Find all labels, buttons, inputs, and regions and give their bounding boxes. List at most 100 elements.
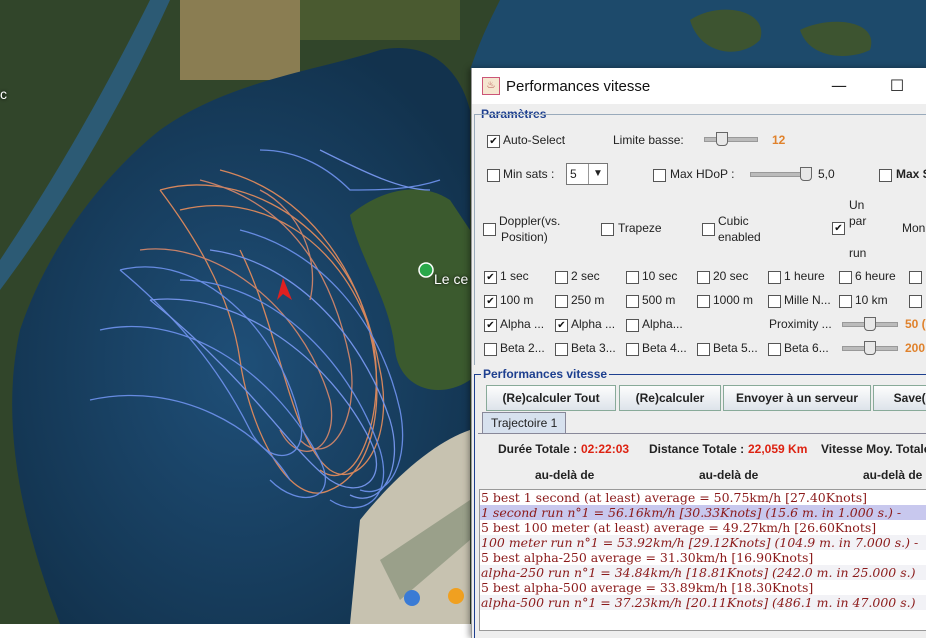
java-app-icon: ♨: [482, 77, 500, 95]
trapeze-label: Trapeze: [618, 221, 662, 235]
duration-6h-checkbox[interactable]: [839, 271, 852, 284]
auto-select-label: Auto-Select: [503, 133, 566, 147]
save-button[interactable]: Save(H: [873, 385, 926, 411]
distance-10km-label: 10 km: [855, 293, 888, 307]
result-line[interactable]: alpha-250 run n°1 = 34.84km/h [18.81Knot…: [480, 565, 926, 580]
beta-6-checkbox[interactable]: [768, 343, 781, 356]
result-line[interactable]: alpha-500 run n°1 = 37.23km/h [20.11Knot…: [480, 595, 926, 610]
beta-4-checkbox[interactable]: [626, 343, 639, 356]
proximity-label: Proximity ...: [769, 317, 832, 331]
result-line[interactable]: 5 best 100 meter (at least) average = 49…: [480, 520, 926, 535]
max-hdop-value: 5,0: [818, 167, 835, 181]
chevron-down-icon[interactable]: ▼: [588, 164, 607, 184]
limite-basse-value: 12: [772, 133, 786, 147]
distance-500m-checkbox[interactable]: [626, 295, 639, 308]
distance-1000m-checkbox[interactable]: [697, 295, 710, 308]
tab-content-border: [478, 433, 926, 434]
min-sats-label: Min sats :: [503, 167, 555, 181]
map-label-place: Le ce: [434, 271, 469, 287]
alpha-2-checkbox[interactable]: ✔: [555, 319, 568, 332]
result-line[interactable]: 100 meter run n°1 = 53.92km/h [29.12Knot…: [480, 535, 926, 550]
extra-checkbox-row2[interactable]: [909, 295, 922, 308]
result-line[interactable]: 5 best alpha-500 average = 33.89km/h [18…: [480, 580, 926, 595]
alpha-3-checkbox[interactable]: [626, 319, 639, 332]
max-hdop-slider[interactable]: [750, 167, 812, 181]
cubic-label: Cubic: [718, 214, 749, 228]
vitesse-label: Vitesse Moy. Totale: [821, 442, 926, 456]
tab-trajectoire-1[interactable]: Trajectoire 1: [482, 412, 567, 433]
trapeze-checkbox[interactable]: [601, 223, 614, 236]
map-label-left: c: [0, 86, 7, 102]
result-line[interactable]: 5 best alpha-250 average = 31.30km/h [16…: [480, 550, 926, 565]
duration-6h-label: 6 heure: [855, 269, 896, 283]
duration-2sec-label: 2 sec: [571, 269, 600, 283]
limite-basse-slider[interactable]: [704, 132, 758, 146]
alpha-1-checkbox[interactable]: ✔: [484, 319, 497, 332]
duration-2sec-checkbox[interactable]: [555, 271, 568, 284]
doppler-label: Doppler(vs.: [499, 214, 561, 228]
distance-mille-checkbox[interactable]: [768, 295, 781, 308]
distance-500m-label: 500 m: [642, 293, 676, 307]
envoyer-serveur-button[interactable]: Envoyer à un serveur: [723, 385, 871, 411]
beta-slider[interactable]: [842, 341, 898, 355]
duration-1sec-checkbox[interactable]: ✔: [484, 271, 497, 284]
duration-1h-checkbox[interactable]: [768, 271, 781, 284]
duration-1h-label: 1 heure: [784, 269, 825, 283]
doppler-label-2: Position): [501, 230, 548, 244]
recalculer-button[interactable]: (Re)calculer: [619, 385, 721, 411]
run-label: run: [849, 246, 867, 260]
result-line[interactable]: 1 second run n°1 = 56.16km/h [30.33Knots…: [480, 505, 926, 520]
recalculer-tout-button[interactable]: (Re)calculer Tout: [486, 385, 616, 411]
title-bar[interactable]: ♨ Performances vitesse: [472, 68, 926, 104]
duration-1sec-label: 1 sec: [500, 269, 529, 283]
beta-3-checkbox[interactable]: [555, 343, 568, 356]
beta-3-label: Beta 3...: [571, 341, 616, 355]
duree-value: 02:22:03: [581, 442, 630, 456]
alpha-2-label: Alpha ...: [571, 317, 616, 331]
beta-5-checkbox[interactable]: [697, 343, 710, 356]
beta-4-label: Beta 4...: [642, 341, 687, 355]
beta-2-label: Beta 2...: [500, 341, 545, 355]
distance-100m-checkbox[interactable]: ✔: [484, 295, 497, 308]
par-label: par: [849, 214, 867, 228]
column-header-3: au-delà de: [863, 468, 923, 482]
duration-10sec-label: 10 sec: [642, 269, 678, 283]
distance-250m-checkbox[interactable]: [555, 295, 568, 308]
duree-label: Durée Totale :: [498, 442, 578, 456]
distance-label: Distance Totale :: [649, 442, 745, 456]
beta-value: 200: [905, 341, 926, 355]
extra-checkbox-row1[interactable]: [909, 271, 922, 284]
cubic-checkbox[interactable]: [702, 223, 715, 236]
un-label: Un: [849, 198, 865, 212]
proximity-slider[interactable]: [842, 317, 898, 331]
un-par-run-checkbox[interactable]: ✔: [832, 222, 845, 235]
max-s-checkbox[interactable]: [879, 169, 892, 182]
distance-10km-checkbox[interactable]: [839, 295, 852, 308]
min-sats-select[interactable]: 5 ▼: [566, 163, 608, 185]
results-list[interactable]: 5 best 1 second (at least) average = 50.…: [479, 489, 926, 631]
column-header-2: au-delà de: [699, 468, 759, 482]
distance-1000m-label: 1000 m: [713, 293, 754, 307]
min-sats-checkbox[interactable]: [487, 169, 500, 182]
column-header-1: au-delà de: [535, 468, 595, 482]
auto-select-checkbox[interactable]: ✔: [487, 135, 500, 148]
perf-legend: Performances vitesse: [481, 367, 610, 381]
window-title: Performances vitesse: [506, 77, 651, 95]
doppler-checkbox[interactable]: [483, 223, 496, 236]
minimize-icon[interactable]: —: [829, 76, 849, 96]
proximity-value: 50 (: [905, 317, 926, 331]
distance-value: 22,059 Km: [748, 442, 808, 456]
duration-20sec-checkbox[interactable]: [697, 271, 710, 284]
limite-basse-label: Limite basse:: [613, 133, 684, 147]
maximize-icon[interactable]: ☐: [887, 76, 907, 96]
performance-window[interactable]: ♨ Performances vitesse — ☐ Paramètres ✔ …: [471, 68, 926, 638]
alpha-3-label: Alpha...: [642, 317, 683, 331]
max-s-label: Max S: [896, 167, 926, 181]
result-line[interactable]: 5 best 1 second (at least) average = 50.…: [480, 490, 926, 505]
distance-100m-label: 100 m: [500, 293, 534, 307]
alpha-1-label: Alpha ...: [500, 317, 545, 331]
beta-2-checkbox[interactable]: [484, 343, 497, 356]
distance-mille-label: Mille N...: [784, 293, 831, 307]
duration-10sec-checkbox[interactable]: [626, 271, 639, 284]
max-hdop-checkbox[interactable]: [653, 169, 666, 182]
